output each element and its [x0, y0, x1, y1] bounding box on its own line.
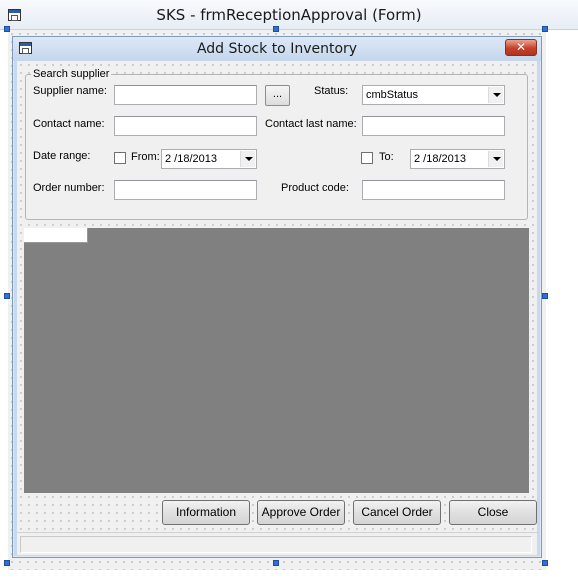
to-date-picker[interactable]: 2 /18/2013	[410, 149, 505, 169]
product-code-label: Product code:	[281, 182, 349, 194]
order-number-label: Order number:	[33, 182, 105, 194]
close-button[interactable]: Close	[449, 500, 537, 525]
form-window[interactable]: Add Stock to Inventory ✕ Search supplier…	[12, 36, 542, 558]
close-window-button[interactable]: ✕	[505, 39, 537, 56]
selection-handle-right[interactable]	[542, 293, 548, 299]
grid-header-cell	[24, 228, 88, 243]
status-label: Status:	[314, 85, 349, 97]
chevron-down-icon[interactable]	[488, 151, 503, 167]
approve-order-button[interactable]: Approve Order	[257, 500, 345, 525]
form-titlebar[interactable]: Add Stock to Inventory ✕	[13, 37, 541, 61]
status-bar	[17, 532, 537, 555]
contact-name-input[interactable]	[114, 116, 257, 136]
to-label: To:	[379, 151, 394, 163]
from-date-picker[interactable]: 2 /18/2013	[161, 149, 257, 169]
contact-last-name-input[interactable]	[362, 116, 505, 136]
orders-grid[interactable]	[24, 228, 529, 493]
status-combobox[interactable]: cmbStatus	[362, 85, 505, 105]
browse-supplier-button[interactable]: ...	[265, 85, 290, 106]
selection-handle-left[interactable]	[4, 293, 10, 299]
selection-handle-top-left[interactable]	[4, 26, 10, 32]
information-button[interactable]: Information	[162, 500, 250, 525]
designer-titlebar: SKS - frmReceptionApproval (Form)	[0, 0, 578, 30]
search-supplier-legend: Search supplier	[31, 68, 112, 80]
supplier-name-input[interactable]	[114, 85, 257, 105]
selection-handle-top-right[interactable]	[542, 26, 548, 32]
to-date-value: 2 /18/2013	[414, 153, 466, 165]
from-checkbox[interactable]	[114, 152, 126, 164]
from-date-value: 2 /18/2013	[165, 153, 217, 165]
selection-handle-bottom-right[interactable]	[542, 560, 548, 566]
order-number-input[interactable]	[114, 180, 257, 200]
contact-last-name-label: Contact last name:	[265, 118, 357, 130]
selection-handle-bottom[interactable]	[273, 560, 279, 566]
search-supplier-group: Search supplier Supplier name: ... Statu…	[25, 68, 528, 220]
selection-handle-top[interactable]	[273, 26, 279, 32]
form-title: Add Stock to Inventory	[196, 41, 358, 57]
status-bar-pane	[20, 536, 532, 553]
contact-name-label: Contact name:	[33, 118, 105, 130]
from-label: From:	[131, 151, 160, 163]
to-checkbox[interactable]	[361, 152, 373, 164]
selection-handle-bottom-left[interactable]	[4, 560, 10, 566]
form-client-area: Search supplier Supplier name: ... Statu…	[17, 61, 537, 555]
designer-title: SKS - frmReceptionApproval (Form)	[156, 6, 422, 24]
date-range-label: Date range:	[33, 150, 91, 162]
chevron-down-icon[interactable]	[488, 87, 503, 103]
cancel-order-button[interactable]: Cancel Order	[353, 500, 441, 525]
product-code-input[interactable]	[362, 180, 505, 200]
supplier-name-label: Supplier name:	[33, 85, 107, 97]
status-combobox-value: cmbStatus	[366, 89, 418, 101]
chevron-down-icon[interactable]	[240, 151, 255, 167]
